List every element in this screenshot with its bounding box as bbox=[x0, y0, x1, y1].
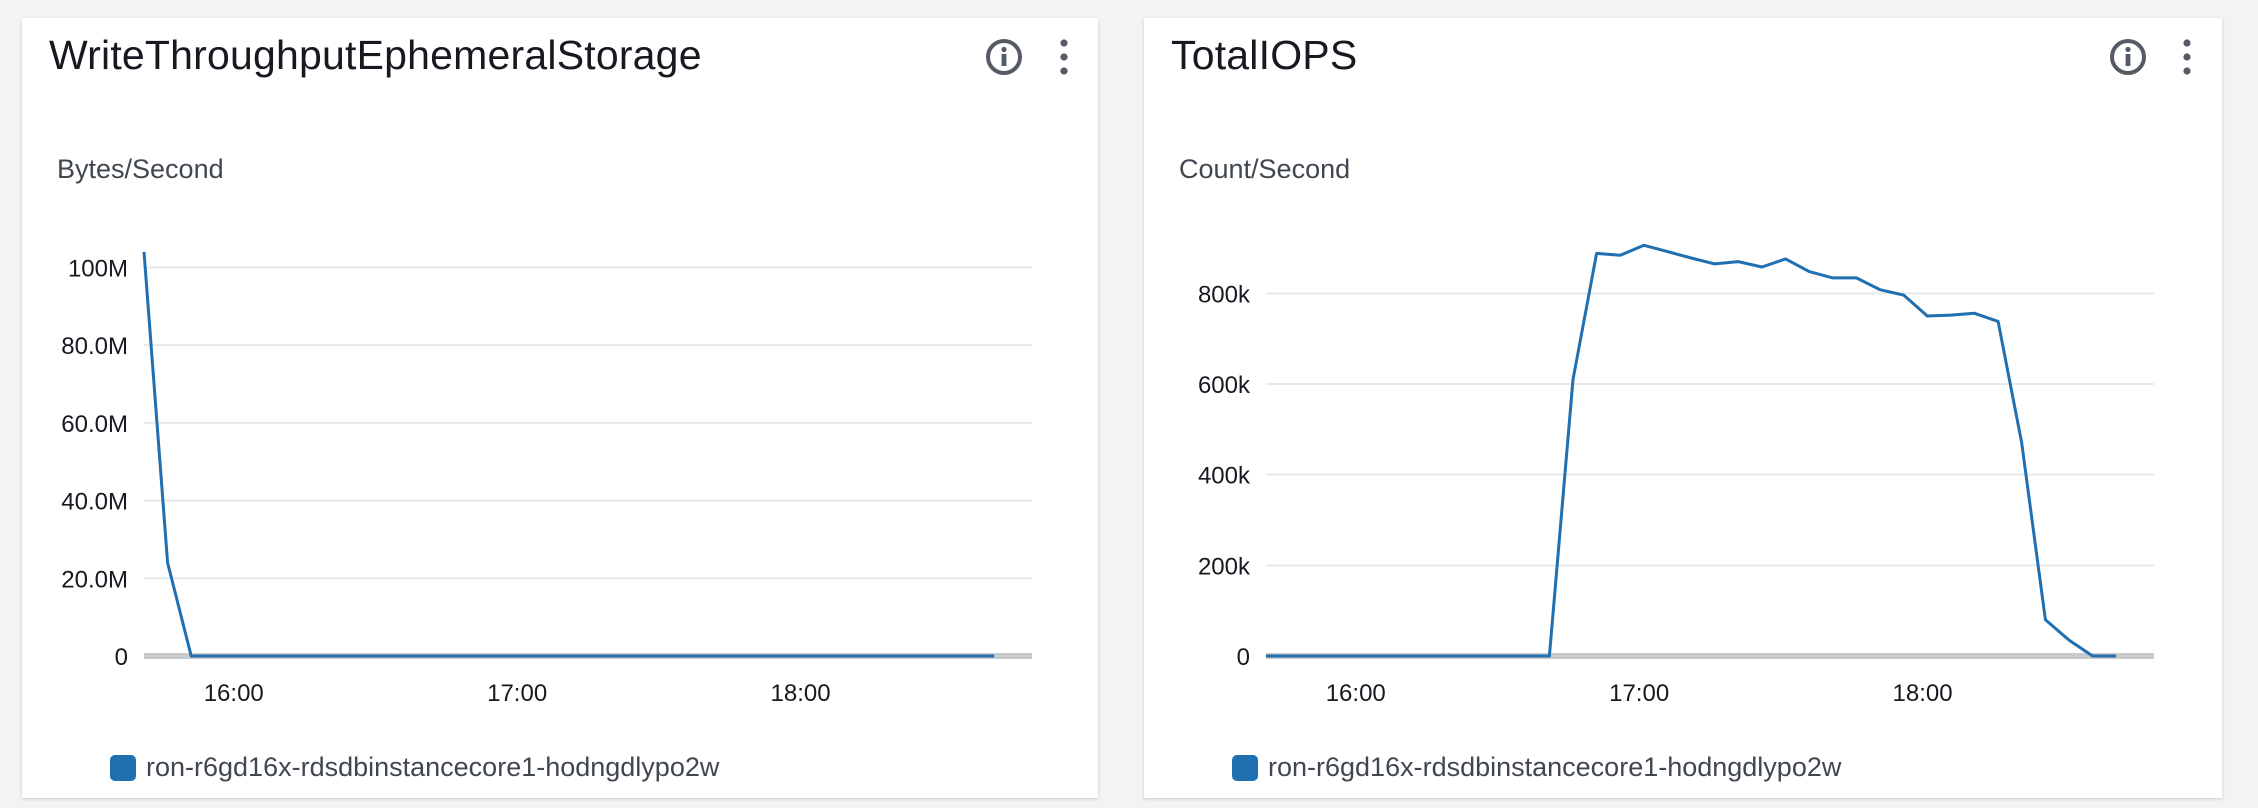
y-tick-label: 0 bbox=[115, 644, 128, 671]
y-tick-label: 60.0M bbox=[61, 411, 128, 438]
x-tick-label: 18:00 bbox=[771, 680, 831, 707]
y-tick-label: 80.0M bbox=[61, 333, 128, 360]
legend-item[interactable]: ron-r6gd16x-rdsdbinstancecore1-hodngdlyp… bbox=[110, 752, 719, 783]
y-tick-label: 400k bbox=[1198, 463, 1251, 490]
widget-total-iops: TotalIOPS Count/Second 0 200k 400k 600k 800k… bbox=[1144, 18, 2222, 798]
legend-label: ron-r6gd16x-rdsdbinstancecore1-hodngdlyp… bbox=[1268, 752, 1842, 782]
y-tick-label: 0 bbox=[1237, 644, 1250, 671]
legend-label: ron-r6gd16x-rdsdbinstancecore1-hodngdlyp… bbox=[146, 752, 720, 782]
widget-write-throughput: WriteThroughputEphemeralStorage Bytes/Se… bbox=[22, 18, 1098, 798]
y-tick-label: 600k bbox=[1198, 372, 1251, 399]
x-tick-label: 18:00 bbox=[1893, 680, 1953, 707]
y-tick-label: 200k bbox=[1198, 553, 1251, 580]
chart-plot: 0 200k 400k 600k 800k 16:00 17:00 18:00 bbox=[1198, 243, 2154, 707]
series-line bbox=[1266, 243, 2117, 658]
x-tick-label: 16:00 bbox=[204, 680, 264, 707]
y-tick-label: 20.0M bbox=[61, 566, 128, 593]
legend-item[interactable]: ron-r6gd16x-rdsdbinstancecore1-hodngdlyp… bbox=[1232, 752, 1841, 783]
legend-swatch bbox=[1232, 754, 1258, 781]
series-line bbox=[142, 251, 995, 658]
x-tick-label: 16:00 bbox=[1326, 680, 1386, 707]
chart-plot: 0 20.0M 40.0M 60.0M 80.0M 100M 16:00 17:00 18:00 bbox=[61, 251, 1032, 707]
y-tick-label: 100M bbox=[68, 255, 128, 282]
x-tick-label: 17:00 bbox=[487, 680, 547, 707]
y-tick-label: 40.0M bbox=[61, 489, 128, 516]
y-tick-label: 800k bbox=[1198, 281, 1251, 308]
legend-swatch bbox=[110, 754, 136, 781]
x-tick-label: 17:00 bbox=[1609, 680, 1669, 707]
